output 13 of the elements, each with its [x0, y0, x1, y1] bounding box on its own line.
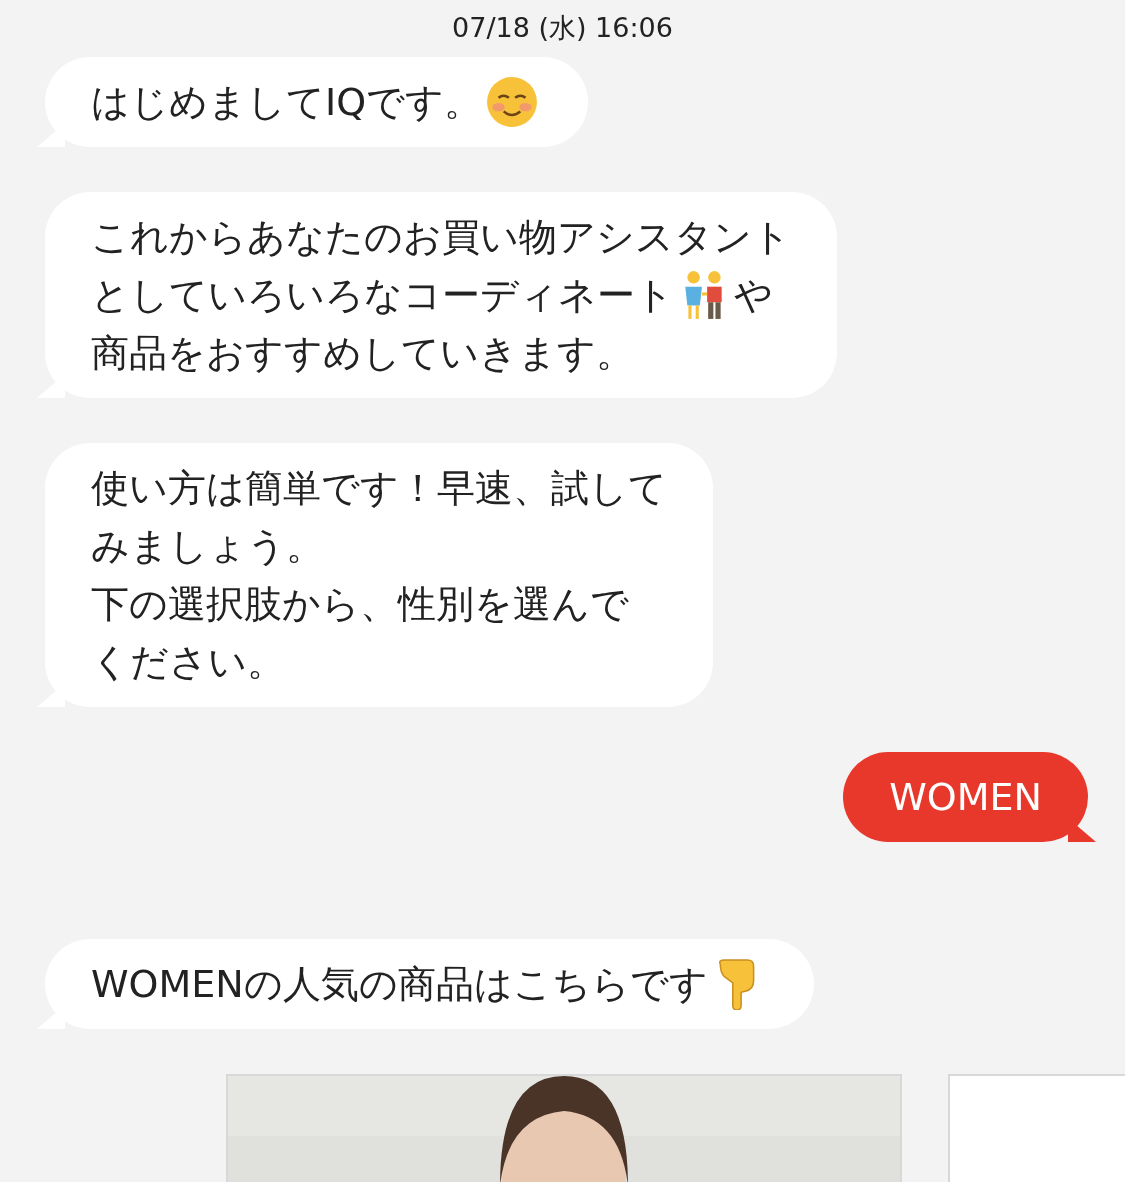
message-text: や — [734, 272, 773, 319]
message-text: ください。 — [91, 639, 285, 686]
message-text: 使い方は簡単です！早速、試して — [91, 465, 667, 512]
message-text: 下の選択肢から、性別を選んで — [91, 581, 629, 628]
timestamp: 07/18 (水) 16:06 — [452, 12, 673, 44]
message-text: WOMENの人気の商品はこちらです — [91, 961, 708, 1008]
smiling-face-icon — [486, 76, 539, 128]
message-text: みましょう。 — [91, 523, 324, 570]
message-text: としていろいろなコーディネート — [91, 272, 674, 319]
message-text: はじめましてIQです。 — [91, 79, 483, 126]
message-text: これからあなたのお買い物アシスタント — [91, 214, 791, 261]
message-text: WOMEN — [889, 774, 1042, 821]
message-text: 商品をおすすめしていきます。 — [91, 330, 634, 377]
